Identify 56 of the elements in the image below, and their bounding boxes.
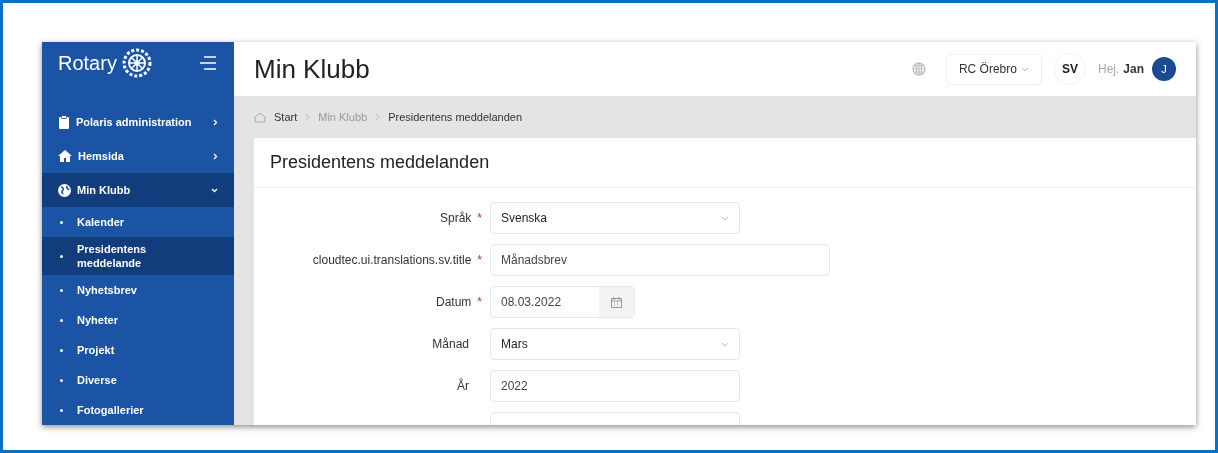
field-label: Datum bbox=[436, 294, 472, 311]
chevron-icon bbox=[305, 113, 311, 121]
field-label: År bbox=[457, 377, 469, 395]
bullet-icon bbox=[60, 348, 63, 352]
sidebar-item[interactable]: Polaris administration bbox=[42, 105, 234, 139]
logo-text: Rotary bbox=[58, 50, 117, 76]
select-field[interactable]: Mars bbox=[490, 328, 740, 360]
field-label: cloudtec.ui.translations.sv.title bbox=[312, 252, 472, 269]
select-field[interactable]: Svenska bbox=[490, 202, 740, 234]
input-field[interactable]: Månadsbrev bbox=[490, 244, 830, 276]
bullet-icon bbox=[60, 378, 63, 382]
date-field[interactable]: 08.03.2022 bbox=[490, 286, 635, 318]
submenu-item[interactable]: Presidentens meddelande bbox=[42, 237, 234, 275]
globe-icon[interactable] bbox=[911, 62, 926, 76]
menu-icon[interactable] bbox=[198, 54, 218, 71]
submenu-item[interactable]: Projekt bbox=[42, 335, 234, 365]
caret-icon bbox=[1020, 66, 1029, 72]
club-select[interactable]: RC Örebro bbox=[945, 53, 1042, 85]
submenu-item[interactable]: Nyhetsbrev bbox=[42, 275, 234, 305]
field-label: Språk bbox=[439, 210, 472, 227]
required-mark: * bbox=[477, 294, 482, 311]
bullet-icon bbox=[60, 408, 63, 412]
submenu-item[interactable]: Kalender bbox=[42, 207, 234, 237]
globe-icon bbox=[58, 183, 71, 197]
breadcrumb-link[interactable]: Start bbox=[274, 108, 298, 126]
submenu-item[interactable]: Diverse bbox=[42, 365, 234, 395]
calendar-icon[interactable] bbox=[611, 296, 622, 308]
chevron-icon bbox=[375, 113, 381, 121]
bullet-icon bbox=[60, 288, 63, 292]
card-title: Presidentens meddelanden bbox=[254, 138, 1196, 188]
field-label: Månad bbox=[432, 336, 469, 353]
submenu-item[interactable]: Fotogallerier bbox=[42, 395, 234, 425]
input-field[interactable]: 2022 bbox=[490, 370, 740, 402]
home-icon[interactable] bbox=[254, 111, 266, 123]
avatar[interactable]: J bbox=[1152, 57, 1176, 81]
user-name: Jan bbox=[1123, 61, 1144, 78]
bullet-icon bbox=[60, 318, 63, 322]
chevron-icon bbox=[211, 187, 218, 193]
sidebar-item[interactable]: Hemsida bbox=[42, 139, 234, 173]
language-button[interactable]: SV bbox=[1053, 53, 1086, 85]
caret-icon bbox=[721, 215, 729, 221]
chevron-icon bbox=[213, 118, 218, 126]
greeting-text: Hej. bbox=[1097, 61, 1120, 78]
chevron-icon bbox=[213, 152, 218, 160]
required-mark: * bbox=[477, 210, 482, 227]
page-title: Min Klubb bbox=[254, 52, 370, 86]
required-mark: * bbox=[477, 252, 482, 269]
sidebar-item[interactable]: Min Klubb bbox=[42, 173, 234, 207]
submenu-item[interactable]: Nyheter bbox=[42, 305, 234, 335]
clipboard-icon bbox=[58, 115, 70, 129]
wheel-logo-icon bbox=[120, 46, 153, 79]
bullet-icon bbox=[60, 254, 63, 258]
breadcrumb-current: Presidentens meddelanden bbox=[388, 109, 523, 125]
home-icon bbox=[58, 150, 72, 162]
bullet-icon bbox=[60, 220, 63, 224]
caret-icon bbox=[721, 341, 729, 347]
